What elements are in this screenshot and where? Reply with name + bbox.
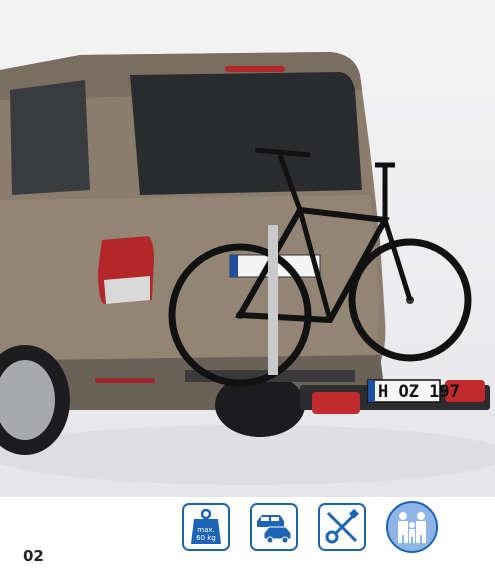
family-icon — [386, 501, 438, 553]
feature-icon-row: max. 60 kg — [182, 501, 438, 553]
vehicle-compatibility-icon — [250, 503, 298, 551]
product-photo: H OZ 197 — [0, 0, 495, 497]
assembly-tools-icon — [318, 503, 366, 551]
carrier-license-plate: H OZ 197 — [378, 382, 460, 402]
page-number: 02 — [23, 547, 44, 565]
max-load-label-line2: 60 kg — [196, 534, 216, 542]
max-load-icon: max. 60 kg — [182, 503, 230, 551]
max-load-label-line1: max. — [197, 526, 214, 534]
